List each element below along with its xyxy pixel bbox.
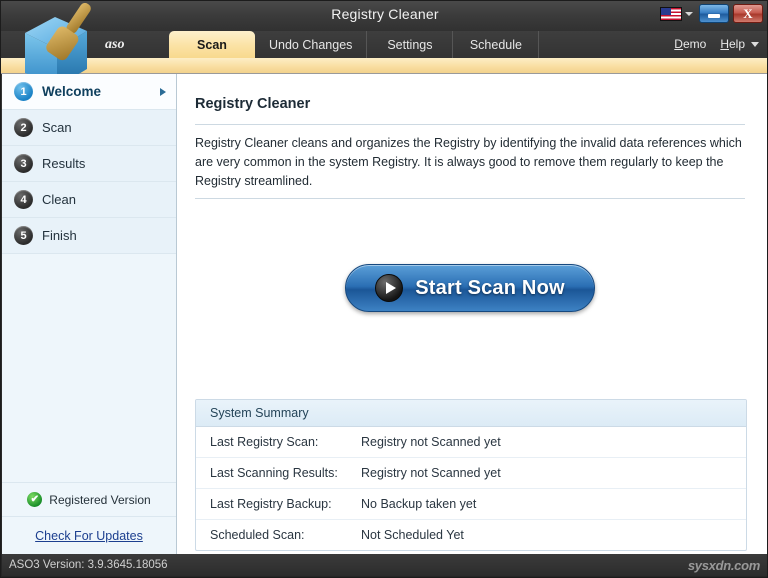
summary-row-label: Last Registry Scan: <box>196 435 361 449</box>
body-container: 1 Welcome 2 Scan 3 Results 4 Clean 5 Fin… <box>2 74 768 555</box>
help-link[interactable]: Help <box>720 37 745 51</box>
table-row: Scheduled Scan: Not Scheduled Yet <box>196 520 746 550</box>
minimize-icon <box>708 14 720 18</box>
system-summary-panel: System Summary Last Registry Scan: Regis… <box>195 399 747 551</box>
tab-undo-changes[interactable]: Undo Changes <box>255 31 367 58</box>
divider-bottom <box>195 198 745 199</box>
title-bar: Registry Cleaner X <box>1 1 768 31</box>
window-title: Registry Cleaner <box>1 6 768 22</box>
check-updates-link[interactable]: Check For Updates <box>35 529 143 543</box>
step-number-icon: 2 <box>14 118 33 137</box>
demo-link[interactable]: Demo <box>674 37 706 51</box>
registration-status: ✔ Registered Version <box>2 482 176 517</box>
divider-top <box>195 124 745 125</box>
brand-wordmark: aso <box>105 37 124 53</box>
tab-underline-band <box>1 58 768 74</box>
system-summary-heading: System Summary <box>196 400 746 427</box>
step-number-icon: 5 <box>14 226 33 245</box>
demo-link-rest: emo <box>683 37 706 51</box>
sidebar-item-label: Welcome <box>42 84 101 99</box>
status-bar: ASO3 Version: 3.9.3645.18056 sysxdn.com <box>2 554 768 576</box>
us-flag-icon <box>660 7 682 21</box>
version-label: ASO3 Version: 3.9.3645.18056 <box>9 559 168 571</box>
sidebar-item-label: Scan <box>42 120 72 135</box>
sidebar: 1 Welcome 2 Scan 3 Results 4 Clean 5 Fin… <box>2 74 177 555</box>
sidebar-item-label: Finish <box>42 228 77 243</box>
sidebar-item-scan[interactable]: 2 Scan <box>2 110 176 146</box>
step-number-icon: 4 <box>14 190 33 209</box>
summary-row-value: Registry not Scanned yet <box>361 466 501 480</box>
sidebar-footer: ✔ Registered Version Check For Updates <box>2 482 176 555</box>
step-number-icon: 3 <box>14 154 33 173</box>
close-button[interactable]: X <box>733 4 763 23</box>
summary-row-value: Not Scheduled Yet <box>361 528 464 542</box>
watermark-label: sysxdn.com <box>688 558 760 573</box>
help-link-rest: elp <box>729 37 745 51</box>
sidebar-item-results[interactable]: 3 Results <box>2 146 176 182</box>
chevron-down-icon <box>685 12 693 16</box>
table-row: Last Scanning Results: Registry not Scan… <box>196 458 746 489</box>
check-updates-row: Check For Updates <box>2 517 176 555</box>
summary-row-label: Scheduled Scan: <box>196 528 361 542</box>
start-scan-button[interactable]: Start Scan Now <box>345 264 595 312</box>
header-links: Demo Help <box>674 37 759 51</box>
sidebar-item-label: Clean <box>42 192 76 207</box>
table-row: Last Registry Backup: No Backup taken ye… <box>196 489 746 520</box>
tab-schedule[interactable]: Schedule <box>453 31 539 58</box>
help-chevron-down-icon[interactable] <box>751 42 759 47</box>
sidebar-item-label: Results <box>42 156 85 171</box>
tab-settings[interactable]: Settings <box>367 31 453 58</box>
page-title: Registry Cleaner <box>195 96 310 112</box>
minimize-button[interactable] <box>699 4 729 23</box>
table-row: Last Registry Scan: Registry not Scanned… <box>196 427 746 458</box>
chevron-right-icon <box>160 88 166 96</box>
registered-version-label: Registered Version <box>49 493 150 507</box>
play-icon <box>375 274 403 302</box>
tab-scan[interactable]: Scan <box>169 31 255 58</box>
summary-row-label: Last Registry Backup: <box>196 497 361 511</box>
app-window: Registry Cleaner X aso Scan Undo Changes… <box>0 0 768 578</box>
language-selector[interactable] <box>658 6 695 22</box>
main-content: Registry Cleaner Registry Cleaner cleans… <box>177 74 768 555</box>
window-controls: X <box>658 4 763 23</box>
sidebar-item-clean[interactable]: 4 Clean <box>2 182 176 218</box>
summary-row-label: Last Scanning Results: <box>196 466 361 480</box>
tab-list: Scan Undo Changes Settings Schedule <box>169 31 539 58</box>
page-description: Registry Cleaner cleans and organizes th… <box>195 134 747 191</box>
step-number-icon: 1 <box>14 82 33 101</box>
summary-row-value: Registry not Scanned yet <box>361 435 501 449</box>
tab-strip: aso Scan Undo Changes Settings Schedule … <box>1 31 768 58</box>
summary-row-value: No Backup taken yet <box>361 497 476 511</box>
sidebar-item-finish[interactable]: 5 Finish <box>2 218 176 254</box>
start-scan-label: Start Scan Now <box>415 277 565 300</box>
sidebar-item-welcome[interactable]: 1 Welcome <box>2 74 176 110</box>
green-check-icon: ✔ <box>27 492 42 507</box>
